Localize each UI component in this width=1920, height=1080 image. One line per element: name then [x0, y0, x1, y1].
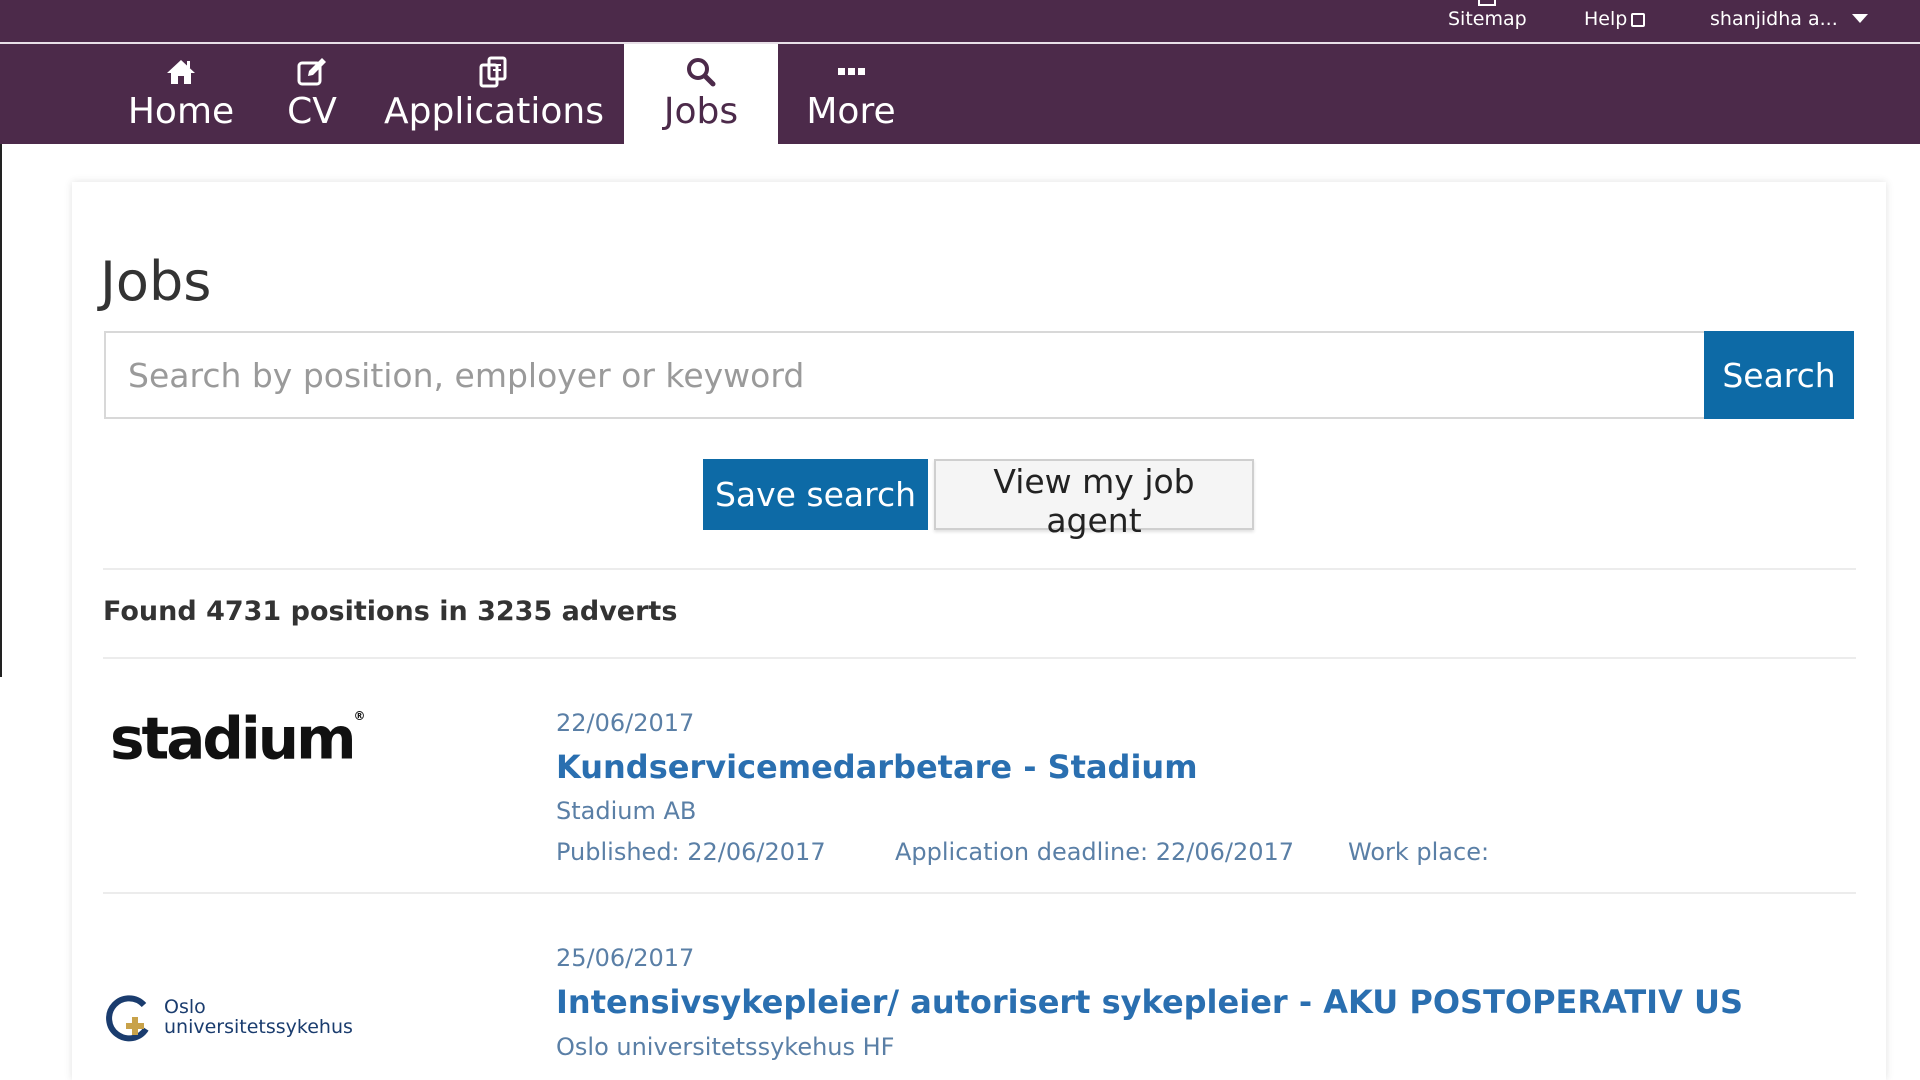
sitemap-label: Sitemap	[1448, 8, 1527, 30]
logo-text-line2: universitetssykehus	[164, 1016, 353, 1038]
logo-text-line1: Oslo	[164, 996, 206, 1018]
sitemap-icon	[1478, 0, 1497, 6]
nav-home-label: Home	[127, 91, 235, 132]
job-search-input[interactable]	[104, 331, 1704, 419]
user-name: shanjidha a...	[1710, 8, 1838, 30]
user-menu[interactable]: shanjidha a...	[1710, 4, 1868, 34]
edit-icon	[297, 58, 326, 86]
nav-cv-label: CV	[287, 91, 337, 132]
page-title: Jobs	[100, 250, 212, 313]
nav-cv[interactable]: CV	[270, 44, 354, 144]
divider	[103, 892, 1856, 894]
external-link-icon	[1631, 13, 1646, 27]
results-summary: Found 4731 positions in 3235 adverts	[103, 596, 678, 627]
job-date: 25/06/2017	[556, 944, 695, 972]
divider	[103, 657, 1856, 659]
job-workplace: Work place:	[1348, 838, 1490, 866]
job-title-link[interactable]: Intensivsykepleier/ autorisert sykepleie…	[556, 983, 1743, 1021]
stadium-logo[interactable]: stadium®	[110, 702, 366, 770]
help-label: Help	[1584, 8, 1628, 30]
job-published: Published: 22/06/2017	[556, 838, 826, 866]
job-deadline: Application deadline: 22/06/2017	[895, 838, 1295, 866]
oslo-hospital-logo-icon	[106, 995, 149, 1042]
help-link[interactable]: Help	[1584, 4, 1646, 34]
job-date: 22/06/2017	[556, 709, 695, 737]
jobs-card	[72, 182, 1886, 1080]
nav-more-label: More	[806, 91, 896, 132]
caret-down-icon	[1851, 14, 1868, 23]
stadium-logo-text: stadium	[110, 704, 357, 773]
job-title-link[interactable]: Kundservicemedarbetare - Stadium	[556, 748, 1198, 786]
nav-applications-label: Applications	[384, 91, 604, 132]
home-icon	[167, 60, 195, 84]
utility-bar: Sitemap Help shanjidha a...	[0, 0, 1920, 44]
applications-icon	[479, 56, 507, 88]
nav-jobs[interactable]: Jobs	[624, 44, 778, 144]
more-icon	[838, 68, 865, 75]
divider	[103, 568, 1856, 570]
save-search-button[interactable]: Save search	[703, 459, 928, 530]
search-button[interactable]: Search	[1704, 331, 1854, 419]
left-border	[0, 144, 2, 677]
oslo-universitetssykehus-logo[interactable]: Oslo universitetssykehus	[104, 993, 364, 1053]
nav-applications[interactable]: Applications	[378, 44, 610, 144]
nav-home[interactable]: Home	[118, 44, 244, 144]
sitemap-link[interactable]: Sitemap	[1448, 0, 1527, 34]
search-icon	[687, 58, 716, 87]
job-company: Oslo universitetssykehus HF	[556, 1033, 895, 1061]
main-nav: Home CV Applications Jobs More	[0, 44, 1920, 144]
view-job-agent-button[interactable]: View my job agent	[934, 459, 1254, 540]
nav-jobs-label: Jobs	[663, 91, 739, 132]
job-company: Stadium AB	[556, 797, 697, 825]
oslo-hospital-logo-text: Oslo universitetssykehus	[164, 997, 353, 1037]
nav-more[interactable]: More	[796, 44, 906, 144]
